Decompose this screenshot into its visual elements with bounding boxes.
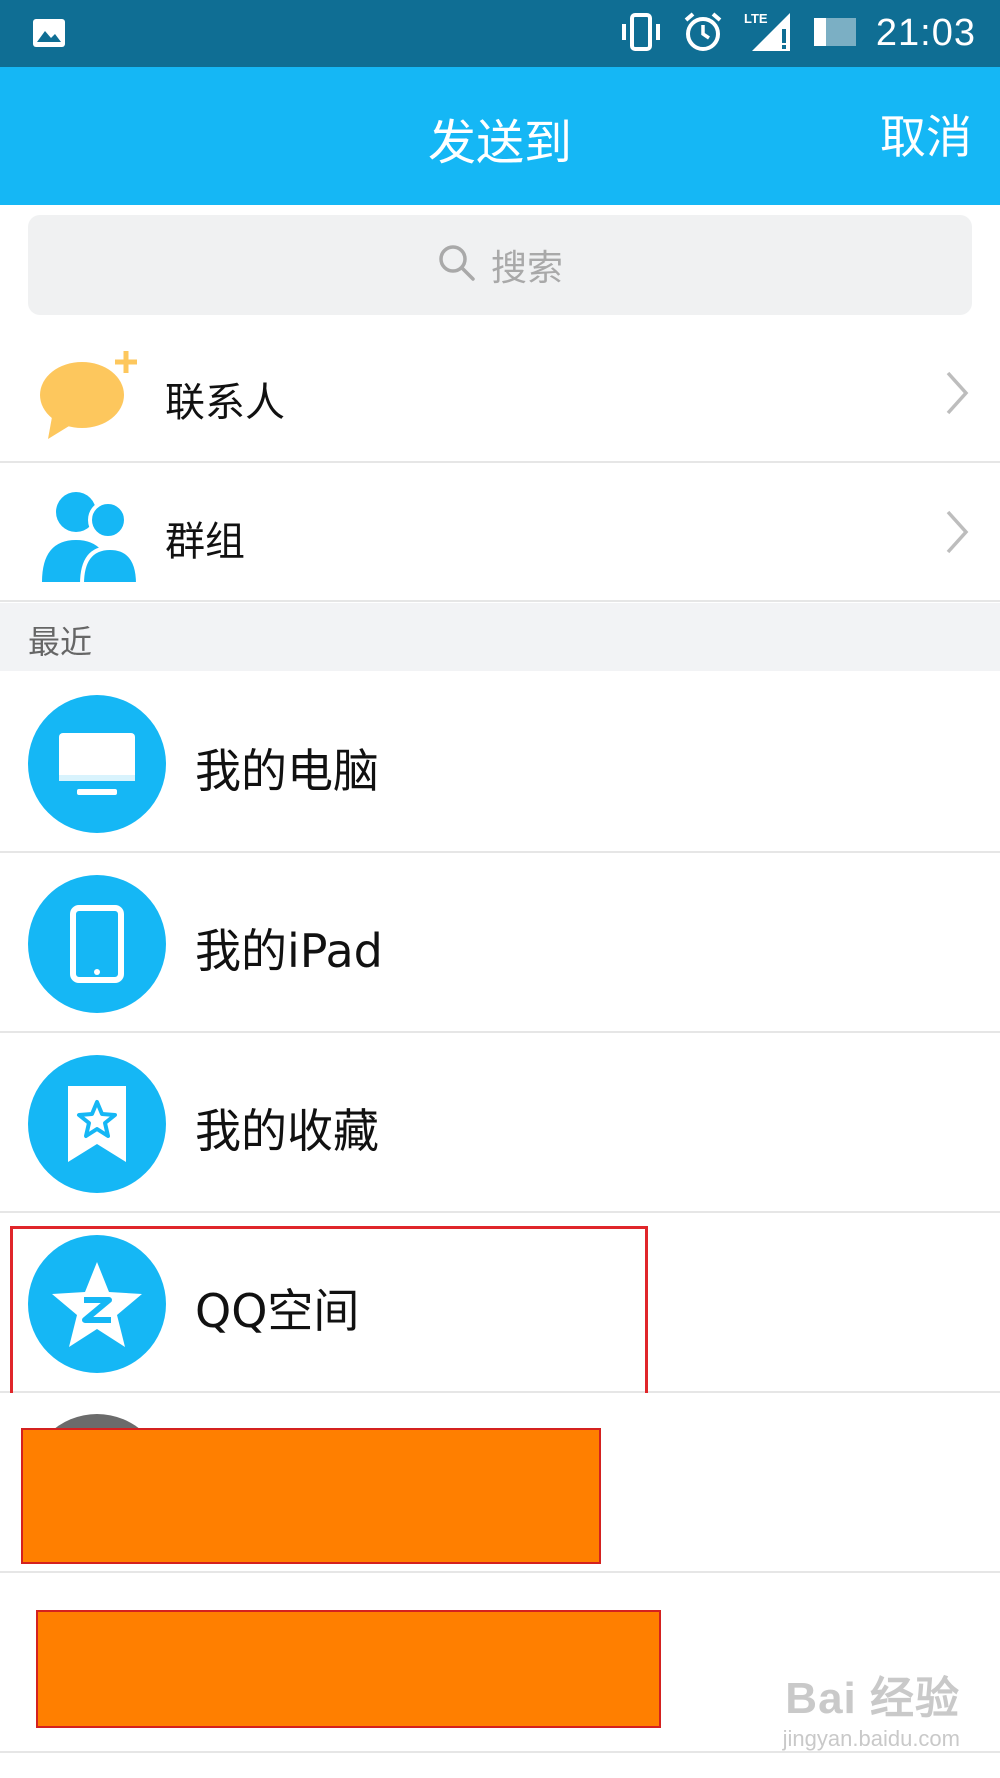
groups-row[interactable]: 群组: [0, 464, 1000, 602]
search-input[interactable]: 搜索: [28, 215, 972, 315]
watermark: Bai 经验 jingyan.baidu.com: [783, 1662, 960, 1752]
recent-item-my-ipad[interactable]: 我的iPad: [0, 853, 1000, 1033]
highlight-box: [10, 1226, 648, 1396]
contacts-label: 联系人: [165, 380, 285, 426]
search-icon: [437, 243, 477, 287]
recent-section-header: 最近: [0, 603, 1000, 671]
battery-icon: [812, 14, 858, 54]
title-bar: 发送到 取消: [0, 67, 1000, 205]
search-placeholder: 搜索: [490, 248, 563, 289]
status-bar: LTE 21:03: [0, 0, 1000, 67]
watermark-main: Bai 经验: [785, 1674, 960, 1723]
tablet-icon: [28, 875, 166, 1013]
redaction-block: [21, 1428, 601, 1564]
page-title: 发送到: [427, 115, 572, 171]
status-time: 21:03: [875, 12, 976, 54]
image-icon: [32, 16, 66, 54]
recent-item-my-favorites[interactable]: 我的收藏: [0, 1033, 1000, 1213]
lte-label: LTE: [744, 11, 768, 26]
recent-section-label: 最近: [28, 623, 93, 661]
recent-item-label: 我的收藏: [195, 1104, 379, 1158]
groups-label: 群组: [165, 519, 245, 565]
chevron-right-icon: [944, 369, 970, 421]
share-to-screen: LTE 21:03 发送到 取消 搜索 联系人 群组 最近 我的电脑 我的iPa…: [0, 0, 1000, 1778]
recent-item-label: 我的电脑: [195, 744, 379, 798]
recent-item-label: 我的iPad: [195, 924, 383, 978]
cancel-button[interactable]: 取消: [880, 101, 972, 167]
recent-item-my-computer[interactable]: 我的电脑: [0, 673, 1000, 853]
contacts-row[interactable]: 联系人: [0, 325, 1000, 463]
chevron-right-icon: [944, 508, 970, 560]
lte-signal-icon: LTE: [742, 9, 794, 59]
contacts-bubble-icon: [38, 343, 142, 447]
redaction-block: [36, 1610, 661, 1728]
favorites-star-icon: [28, 1055, 166, 1193]
monitor-icon: [28, 695, 166, 833]
vibrate-icon: [618, 12, 664, 56]
watermark-sub: jingyan.baidu.com: [782, 1726, 960, 1751]
group-people-icon: [38, 482, 142, 586]
alarm-icon: [682, 11, 724, 57]
